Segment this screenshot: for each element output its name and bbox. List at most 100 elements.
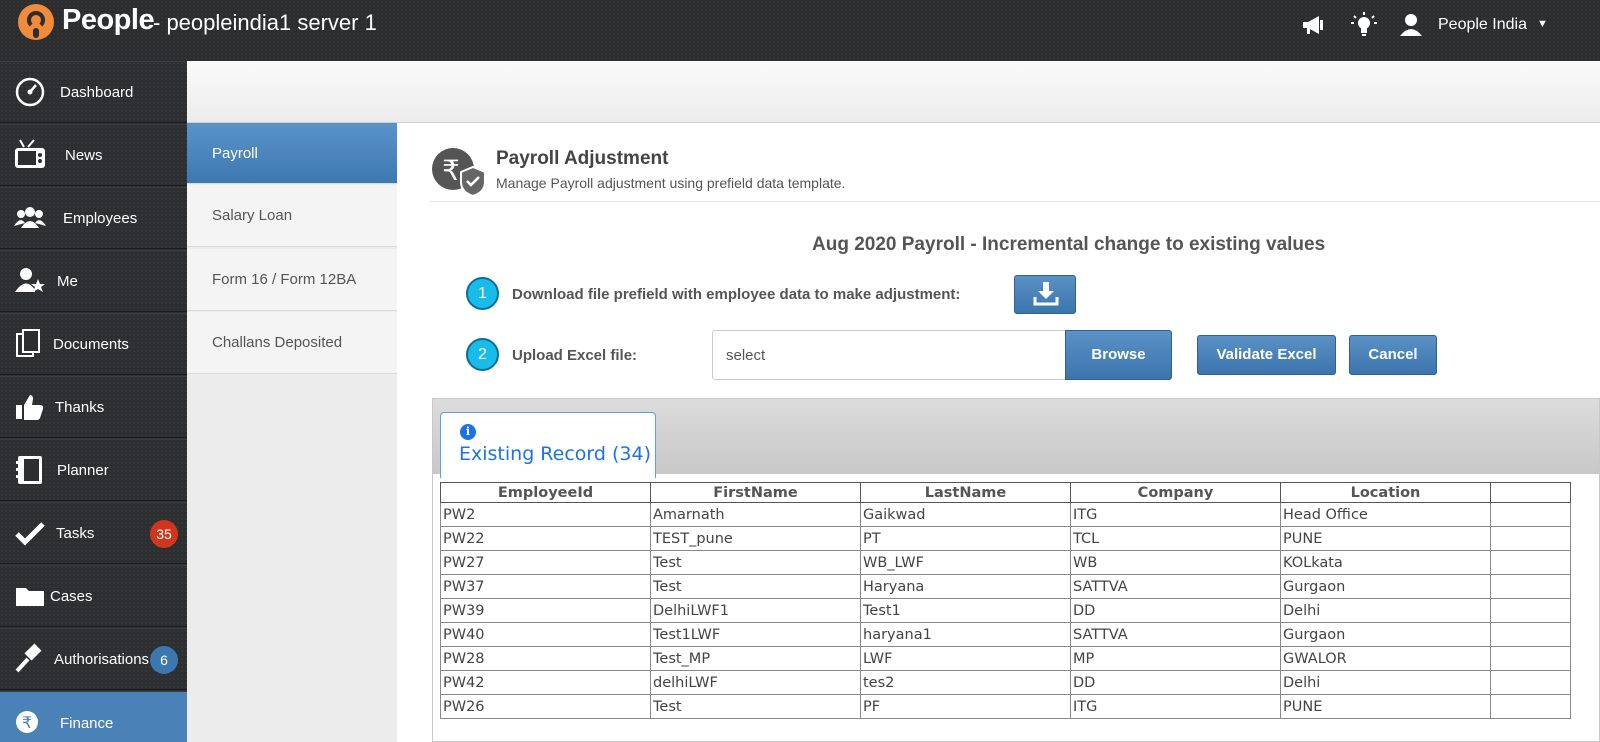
column-header[interactable]: Location [1280,482,1491,503]
app-name[interactable]: People [62,4,155,37]
existing-record-table: EmployeeId FirstName LastName Company Lo… [440,482,1571,719]
server-name: - peopleindia1 server 1 [153,10,377,35]
sidebar-item-authorisations[interactable]: Authorisations 6 [0,628,187,690]
column-header[interactable]: EmployeeId [440,482,651,503]
table-cell: Test1 [860,598,1071,623]
cancel-button[interactable]: Cancel [1349,335,1437,375]
table-row[interactable]: PW39 DelhiLWF1 Test1 DD Delhi [440,598,1571,623]
table-cell [1490,646,1571,671]
validate-excel-button[interactable]: Validate Excel [1197,335,1336,375]
svg-text:₹: ₹ [22,713,32,732]
megaphone-icon[interactable] [1300,12,1326,38]
table-row[interactable]: PW26 Test PF ITG PUNE [440,694,1571,719]
submenu-item-payroll[interactable]: Payroll [187,123,397,184]
sidebar-item-label: Finance [60,715,114,732]
table-row[interactable]: PW42 delhiLWF tes2 DD Delhi [440,670,1571,695]
column-header[interactable] [1490,482,1571,503]
table-cell: DD [1070,670,1281,695]
table-cell: PUNE [1280,694,1491,719]
sidebar-item-dashboard[interactable]: Dashboard [0,61,187,123]
gavel-icon [15,643,42,673]
step-1-badge: 1 [466,277,499,310]
sidebar-item-cases[interactable]: Cases [0,565,187,627]
caret-down-icon[interactable]: ▼ [1537,18,1548,30]
table-cell [1490,598,1571,623]
sidebar-item-label: Me [57,273,78,290]
top-bar: People - peopleindia1 server 1 People In… [0,0,1600,61]
table-cell: TEST_pune [650,526,861,551]
sidebar-item-me[interactable]: Me [0,250,187,312]
step-1-label: Download file prefield with employee dat… [512,286,961,303]
table-cell: PW39 [440,598,651,623]
table-cell: PW2 [440,502,651,527]
submenu-item-form16[interactable]: Form 16 / Form 12BA [187,249,397,311]
submenu-item-challans[interactable]: Challans Deposited [187,312,397,374]
table-cell [1490,550,1571,575]
sidebar-item-news[interactable]: News [0,124,187,186]
lightbulb-icon[interactable] [1351,12,1377,38]
table-row[interactable]: PW40 Test1LWF haryana1 SATTVA Gurgaon [440,622,1571,647]
sidebar-item-label: Cases [50,588,93,605]
sidebar-item-thanks[interactable]: Thanks [0,376,187,438]
page-title: Payroll Adjustment [496,148,669,169]
table-header-row: EmployeeId FirstName LastName Company Lo… [440,482,1571,503]
table-cell: PW28 [440,646,651,671]
sidebar-item-employees[interactable]: Employees [0,187,187,249]
upload-file-input[interactable]: select [712,330,1066,380]
table-cell [1490,526,1571,551]
user-icon[interactable] [1398,12,1424,38]
column-header[interactable]: LastName [860,482,1071,503]
sidebar-item-planner[interactable]: Planner [0,439,187,501]
tab-label: Existing Record (34) [459,443,651,465]
tasks-count-badge: 35 [150,520,178,548]
table-cell: KOLkata [1280,550,1491,575]
table-row[interactable]: PW22 TEST_pune PT TCL PUNE [440,526,1571,551]
sidebar-item-finance[interactable]: ₹ Finance [0,691,187,742]
table-row[interactable]: PW28 Test_MP LWF MP GWALOR [440,646,1571,671]
table-row[interactable]: PW37 Test Haryana SATTVA Gurgaon [440,574,1571,599]
table-cell: ITG [1070,694,1281,719]
column-header[interactable]: FirstName [650,482,861,503]
table-cell: SATTVA [1070,622,1281,647]
table-cell: PW42 [440,670,651,695]
table-cell [1490,502,1571,527]
divider [430,201,1600,202]
table-cell [1490,670,1571,695]
user-name[interactable]: People India [1438,16,1527,34]
table-cell: DD [1070,598,1281,623]
table-cell: Test1LWF [650,622,861,647]
content-header [187,61,1600,123]
table-row[interactable]: PW2 Amarnath Gaikwad ITG Head Office [440,502,1571,527]
section-title: Aug 2020 Payroll - Incremental change to… [812,234,1326,255]
table-cell: GWALOR [1280,646,1491,671]
sidebar-item-label: Planner [57,462,109,479]
checkmark-icon [15,522,45,546]
submenu-item-salary-loan[interactable]: Salary Loan [187,185,397,247]
svg-text:₹: ₹ [442,154,460,187]
table-cell [1490,694,1571,719]
table-cell: Amarnath [650,502,861,527]
sidebar-item-label: Dashboard [60,84,134,101]
sidebar-item-documents[interactable]: Documents [0,313,187,375]
table-cell: Test [650,694,861,719]
submenu-item-label: Challans Deposited [212,334,343,351]
download-template-button[interactable] [1014,275,1076,314]
browse-button[interactable]: Browse [1065,330,1172,380]
table-cell: WB_LWF [860,550,1071,575]
table-cell: ITG [1070,502,1281,527]
user-star-icon [15,268,45,292]
step-2-label: Upload Excel file: [512,347,638,364]
table-row[interactable]: PW27 Test WB_LWF WB KOLkata [440,550,1571,575]
sidebar-item-tasks[interactable]: Tasks 35 [0,502,187,564]
people-logo-icon[interactable] [18,4,54,40]
table-cell: PW22 [440,526,651,551]
table-cell: LWF [860,646,1071,671]
download-icon [1033,282,1059,306]
column-header[interactable]: Company [1070,482,1281,503]
table-cell: Gaikwad [860,502,1071,527]
table-cell: PUNE [1280,526,1491,551]
tab-existing-record[interactable]: i Existing Record (34) [440,412,656,478]
planner-icon [16,456,42,484]
folder-icon [16,588,44,606]
submenu-item-label: Form 16 / Form 12BA [212,271,357,288]
